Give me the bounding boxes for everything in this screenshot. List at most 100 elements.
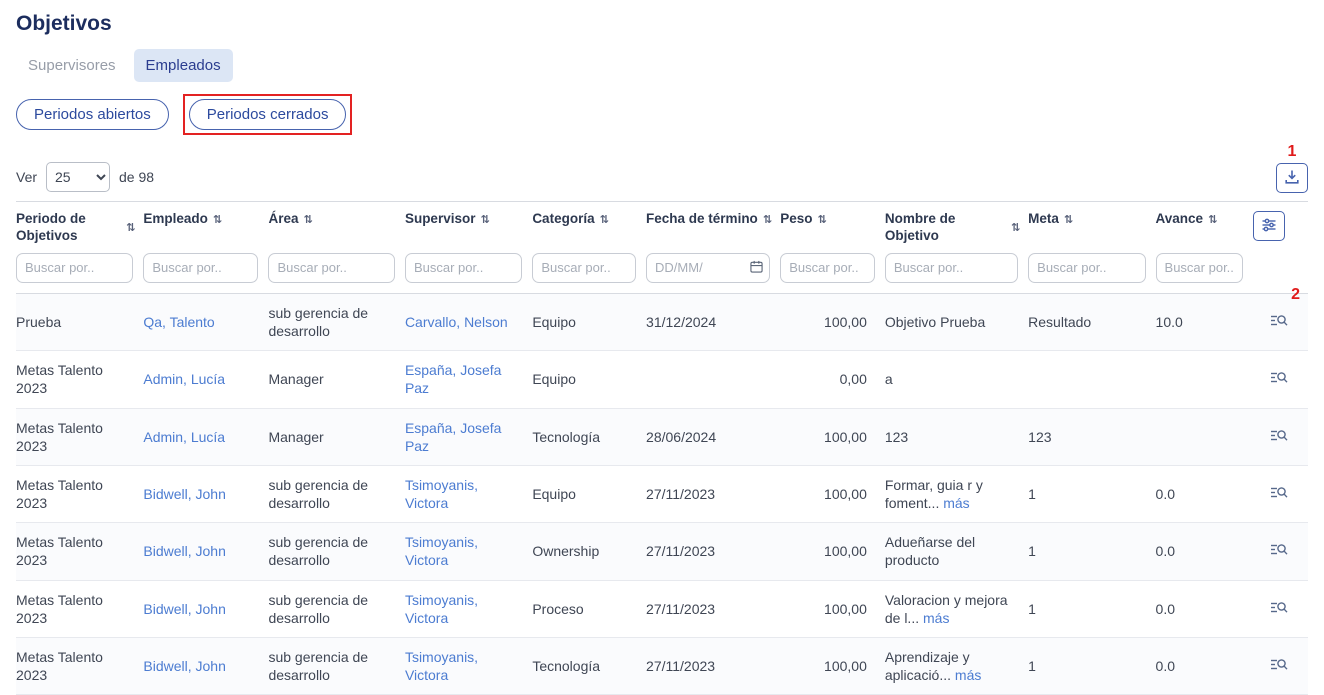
supervisor-link[interactable]: España, Josefa Paz	[405, 420, 502, 454]
filter-input-empleado[interactable]	[143, 253, 258, 283]
row-detail-button[interactable]	[1268, 540, 1290, 562]
cell-area: sub gerencia de desarrollo	[268, 638, 404, 695]
page-size-select[interactable]: 25	[46, 162, 110, 192]
cell-meta	[1028, 351, 1155, 408]
calendar-icon[interactable]	[750, 260, 763, 276]
sort-icon[interactable]: ⇅	[600, 213, 609, 227]
col-header-meta: Meta	[1028, 211, 1059, 228]
empleado-link[interactable]: Admin, Lucía	[143, 429, 225, 445]
mas-link[interactable]: más	[923, 610, 949, 626]
empleado-link[interactable]: Admin, Lucía	[143, 371, 225, 387]
cell-nombre: Valoracion y mejora de l... más	[885, 580, 1028, 637]
filter-input-area[interactable]	[268, 253, 394, 283]
supervisor-link[interactable]: Tsimoyanis, Victora	[405, 534, 478, 568]
detail-search-icon	[1270, 373, 1288, 388]
annotation-1: 1	[1288, 143, 1297, 161]
tab-supervisores[interactable]: Supervisores	[16, 49, 128, 82]
filter-input-fecha[interactable]	[655, 260, 747, 275]
cell-avance: 0.0	[1156, 638, 1254, 695]
col-header-avance: Avance	[1156, 211, 1204, 228]
cell-avance: 10.0	[1156, 293, 1254, 350]
sort-icon[interactable]: ⇅	[1064, 213, 1073, 227]
cell-avance	[1156, 351, 1254, 408]
cell-periodo: Metas Talento 2023	[16, 580, 143, 637]
cell-supervisor: Carvallo, Nelson	[405, 293, 532, 350]
cell-action	[1253, 465, 1308, 522]
filter-input-categoria[interactable]	[532, 253, 636, 283]
cell-action	[1253, 408, 1308, 465]
col-header-supervisor: Supervisor	[405, 211, 476, 228]
sort-icon[interactable]: ⇅	[126, 221, 135, 235]
empleado-link[interactable]: Qa, Talento	[143, 314, 214, 330]
cell-nombre: Objetivo Prueba	[885, 293, 1028, 350]
tab-empleados[interactable]: Empleados	[134, 49, 233, 82]
header-row: Periodo de Objetivos⇅ Empleado⇅ Área⇅ Su…	[16, 202, 1308, 247]
mas-link[interactable]: más	[943, 495, 969, 511]
detail-search-icon	[1270, 603, 1288, 618]
annotation-2: 2	[1291, 286, 1300, 304]
filter-input-nombre[interactable]	[885, 253, 1018, 283]
row-detail-button[interactable]	[1268, 655, 1290, 677]
supervisor-link[interactable]: Tsimoyanis, Victora	[405, 477, 478, 511]
sort-icon[interactable]: ⇅	[1208, 213, 1217, 227]
cell-action	[1253, 351, 1308, 408]
supervisor-link[interactable]: Carvallo, Nelson	[405, 314, 508, 330]
cell-empleado: Admin, Lucía	[143, 351, 268, 408]
row-detail-button[interactable]	[1268, 483, 1290, 505]
download-icon	[1284, 169, 1300, 188]
table-row: Metas Talento 2023 Admin, Lucía Manager …	[16, 408, 1308, 465]
cell-peso: 100,00	[780, 465, 885, 522]
cell-avance	[1156, 408, 1254, 465]
sort-icon[interactable]: ⇅	[763, 213, 772, 227]
empleado-link[interactable]: Bidwell, John	[143, 486, 226, 502]
sort-icon[interactable]: ⇅	[818, 213, 827, 227]
periodos-abiertos-button[interactable]: Periodos abiertos	[16, 99, 169, 130]
row-detail-button[interactable]	[1268, 311, 1290, 333]
cell-fecha: 27/11/2023	[646, 638, 780, 695]
row-detail-button[interactable]	[1268, 598, 1290, 620]
filter-input-peso[interactable]	[780, 253, 875, 283]
download-button[interactable]	[1276, 163, 1308, 193]
cell-categoria: Equipo	[532, 465, 646, 522]
cell-action	[1253, 580, 1308, 637]
total-count-label: de 98	[119, 169, 154, 185]
sort-icon[interactable]: ⇅	[480, 213, 489, 227]
col-header-peso: Peso	[780, 211, 812, 228]
tab-bar: Supervisores Empleados	[16, 49, 1308, 82]
cell-periodo: Metas Talento 2023	[16, 408, 143, 465]
cell-peso: 100,00	[780, 408, 885, 465]
filter-date-fecha[interactable]	[646, 253, 770, 283]
objectives-table: Periodo de Objetivos⇅ Empleado⇅ Área⇅ Su…	[16, 201, 1308, 695]
sort-icon[interactable]: ⇅	[1011, 221, 1020, 235]
cell-empleado: Bidwell, John	[143, 465, 268, 522]
cell-avance: 0.0	[1156, 465, 1254, 522]
page-size-control: Ver 25 de 98	[16, 161, 154, 193]
table-row: Metas Talento 2023 Bidwell, John sub ger…	[16, 465, 1308, 522]
page-title: Objetivos	[16, 12, 1308, 36]
sort-icon[interactable]: ⇅	[213, 213, 222, 227]
sort-icon[interactable]: ⇅	[304, 213, 313, 227]
cell-supervisor: Tsimoyanis, Victora	[405, 523, 532, 580]
col-header-fecha: Fecha de término	[646, 211, 758, 228]
column-settings-button[interactable]	[1253, 211, 1285, 241]
row-detail-button[interactable]	[1268, 368, 1290, 390]
filter-input-avance[interactable]	[1156, 253, 1244, 283]
cell-empleado: Admin, Lucía	[143, 408, 268, 465]
filter-input-periodo[interactable]	[16, 253, 133, 283]
row-detail-button[interactable]	[1268, 426, 1290, 448]
mas-link[interactable]: más	[955, 667, 981, 683]
cell-fecha: 27/11/2023	[646, 465, 780, 522]
periodos-cerrados-button[interactable]: Periodos cerrados	[189, 99, 347, 130]
empleado-link[interactable]: Bidwell, John	[143, 543, 226, 559]
supervisor-link[interactable]: Tsimoyanis, Victora	[405, 649, 478, 683]
filter-input-supervisor[interactable]	[405, 253, 522, 283]
empleado-link[interactable]: Bidwell, John	[143, 658, 226, 674]
cell-nombre: 123	[885, 408, 1028, 465]
filter-input-meta[interactable]	[1028, 253, 1145, 283]
supervisor-link[interactable]: España, Josefa Paz	[405, 362, 502, 396]
cell-avance: 0.0	[1156, 523, 1254, 580]
empleado-link[interactable]: Bidwell, John	[143, 601, 226, 617]
supervisor-link[interactable]: Tsimoyanis, Victora	[405, 592, 478, 626]
cell-avance: 0.0	[1156, 580, 1254, 637]
cell-fecha	[646, 351, 780, 408]
